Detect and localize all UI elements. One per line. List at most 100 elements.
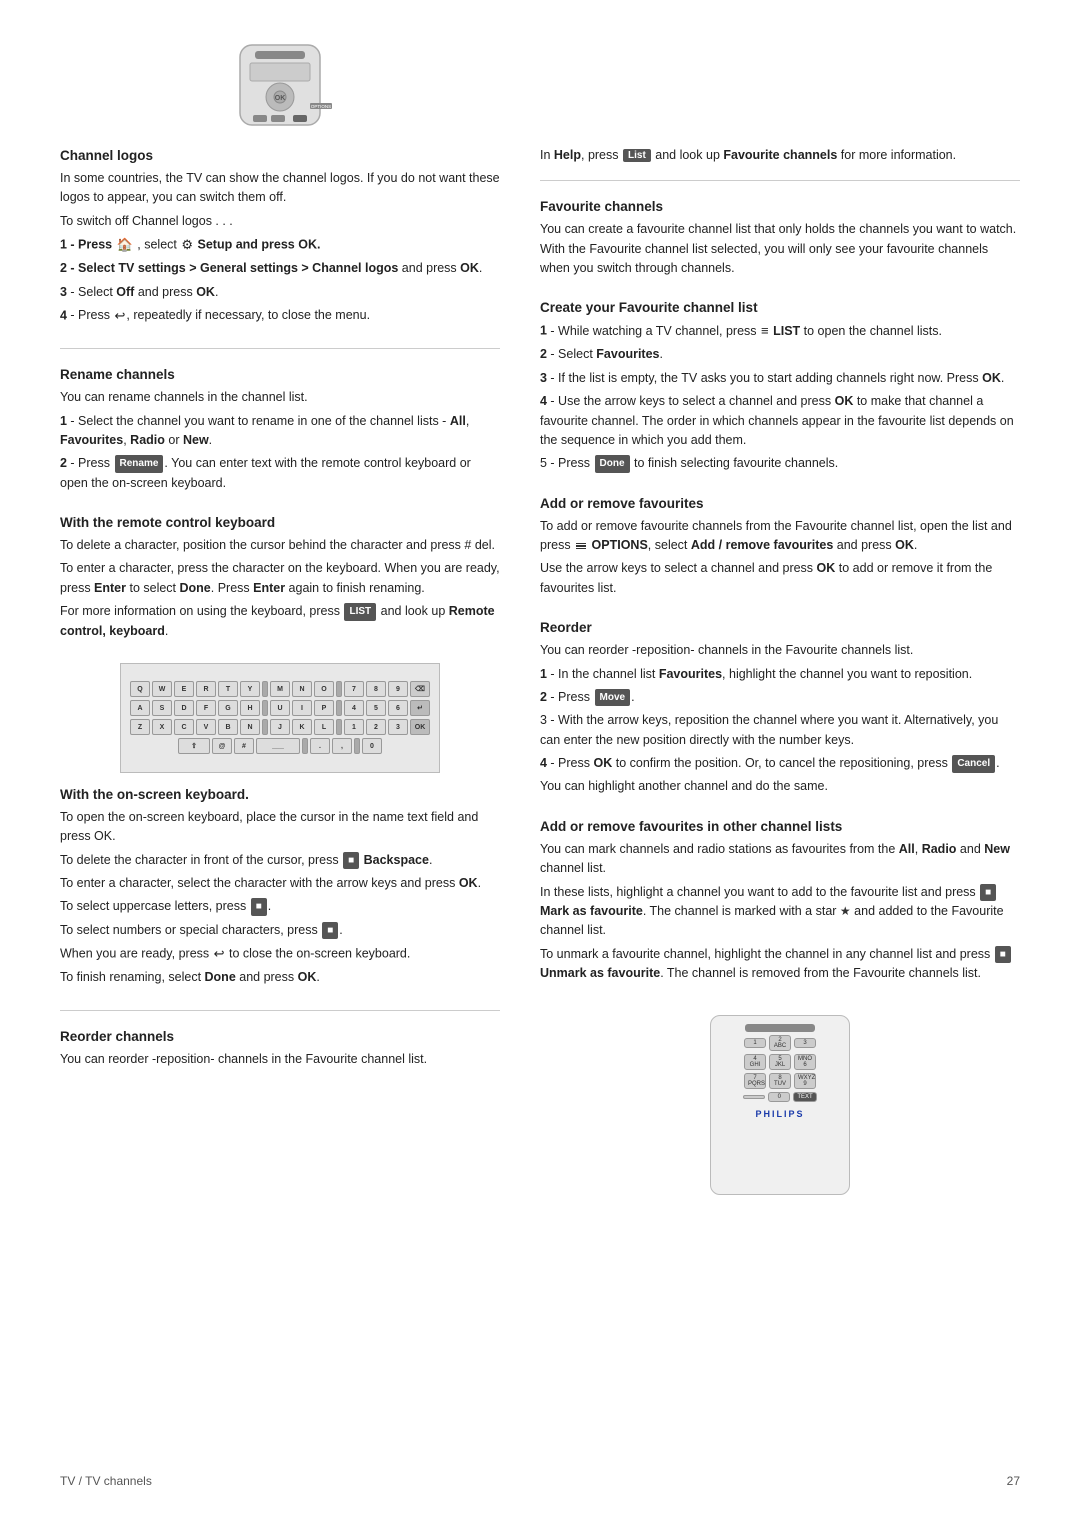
onscreen-step7: To finish renaming, select Done and pres…: [60, 968, 500, 987]
reorder-step4: 4 - Press OK to confirm the position. Or…: [540, 754, 1020, 773]
remote-key-text: TEXT: [793, 1092, 816, 1102]
remote-key-0: 0: [768, 1092, 790, 1102]
cancel-btn: Cancel: [952, 755, 995, 773]
key-sep: [262, 681, 268, 697]
add-remove-arrows: Use the arrow keys to select a channel a…: [540, 559, 1020, 598]
key-sep8: [354, 738, 360, 754]
remote-key-5: 5 JKL: [769, 1054, 791, 1070]
channel-logos-intro: In some countries, the TV can show the c…: [60, 169, 500, 208]
uppercase-btn: ■: [251, 898, 267, 916]
key-nn: N: [240, 719, 260, 735]
key-9: 9: [388, 681, 408, 697]
remote-num-row-2: 4 GHI 5 JKL MNO 6: [744, 1054, 816, 1070]
philips-remote-container: 1 2 ABC 3 4 GHI 5 JKL MNO 6 7 PQRS 8 TUV…: [540, 1005, 1020, 1205]
keyboard-row-1: QWERTY MNO 789 ⌫: [130, 681, 430, 697]
key-e: E: [174, 681, 194, 697]
key-g: G: [218, 700, 238, 716]
options-icon: [576, 543, 586, 550]
key-sep6: [336, 719, 342, 735]
keyboard-row-2: ASDFGH UIP 456 ↵: [130, 700, 430, 716]
svg-text:OPTIONS: OPTIONS: [311, 104, 331, 109]
remote-key-2: 2 ABC: [769, 1035, 791, 1051]
key-sep7: [302, 738, 308, 754]
add-remove-intro: To add or remove favourite channels from…: [540, 517, 1020, 556]
key-sep3: [262, 700, 268, 716]
section-favourite-channels: Favourite channels You can create a favo…: [540, 199, 1020, 278]
section-reorder: Reorder You can reorder -reposition- cha…: [540, 620, 1020, 797]
key-del: ⌫: [410, 681, 430, 697]
create-fav-step4: 4 - Use the arrow keys to select a chann…: [540, 392, 1020, 450]
unmark-fav-btn: ■: [995, 946, 1011, 964]
reorder-intro-right: You can reorder -reposition- channels in…: [540, 641, 1020, 660]
remote-keyboard-body: To delete a character, position the curs…: [60, 536, 500, 641]
rename-intro: You can rename channels in the channel l…: [60, 388, 500, 407]
remote-key-9: WXYZ 9: [794, 1073, 816, 1089]
key-k: K: [292, 719, 312, 735]
key-s: S: [152, 700, 172, 716]
philips-remote-image: 1 2 ABC 3 4 GHI 5 JKL MNO 6 7 PQRS 8 TUV…: [710, 1015, 850, 1195]
key-h: H: [240, 700, 260, 716]
key-space: ___: [256, 738, 300, 754]
right-column: In Help, press List and look up Favourit…: [540, 148, 1020, 1444]
reorder-intro: You can reorder -reposition- channels in…: [60, 1050, 500, 1069]
key-enter: ↵: [410, 700, 430, 716]
philips-logo: PHILIPS: [755, 1109, 804, 1119]
key-i: I: [292, 700, 312, 716]
reorder-title: Reorder: [540, 620, 1020, 635]
key-o: O: [314, 681, 334, 697]
key-f: F: [196, 700, 216, 716]
divider-1: [60, 348, 500, 349]
channel-logos-body: In some countries, the TV can show the c…: [60, 169, 500, 326]
key-0: 0: [362, 738, 382, 754]
section-remote-keyboard: With the remote control keyboard To dele…: [60, 515, 500, 641]
key-1: 1: [344, 719, 364, 735]
remote-key-3: 3: [794, 1038, 816, 1048]
section-onscreen-keyboard: With the on-screen keyboard. To open the…: [60, 787, 500, 988]
add-remove-fav-body: To add or remove favourite channels from…: [540, 517, 1020, 599]
key-t: T: [218, 681, 238, 697]
key-u: U: [270, 700, 290, 716]
onscreen-step5: To select numbers or special characters,…: [60, 921, 500, 940]
create-fav-step5: 5 - Press Done to finish selecting favou…: [540, 454, 1020, 473]
key-d: D: [174, 700, 194, 716]
keyboard-image: QWERTY MNO 789 ⌫ ASDFGH UIP 456 ↵: [120, 663, 440, 773]
divider-2: [60, 1010, 500, 1011]
reorder-channels-body: You can reorder -reposition- channels in…: [60, 1050, 500, 1069]
list-btn-2: List: [623, 149, 651, 162]
remote-key-6: MNO 6: [794, 1054, 816, 1070]
key-y: Y: [240, 681, 260, 697]
key-b: B: [218, 719, 238, 735]
favourite-channels-body: You can create a favourite channel list …: [540, 220, 1020, 278]
onscreen-step2: To delete the character in front of the …: [60, 851, 500, 870]
key-5: 5: [366, 700, 386, 716]
key-dot: .: [310, 738, 330, 754]
channel-logos-step2: 2 - Select TV settings > General setting…: [60, 259, 500, 278]
special-btn: ■: [322, 922, 338, 940]
section-channel-logos: Channel logos In some countries, the TV …: [60, 148, 500, 326]
add-remove-other-title: Add or remove favourites in other channe…: [540, 819, 1020, 834]
onscreen-step4: To select uppercase letters, press ■.: [60, 897, 500, 916]
rename-btn: Rename: [115, 455, 164, 473]
section-rename-channels: Rename channels You can rename channels …: [60, 367, 500, 493]
key-at: @: [212, 738, 232, 754]
rename-step2: 2 - Press Rename. You can enter text wit…: [60, 454, 500, 493]
add-remove-fav-title: Add or remove favourites: [540, 496, 1020, 511]
move-btn: Move: [595, 689, 631, 707]
key-w: W: [152, 681, 172, 697]
home-icon: 🏠: [117, 235, 133, 255]
onscreen-step1: To open the on-screen keyboard, place th…: [60, 808, 500, 847]
onscreen-keyboard-title: With the on-screen keyboard.: [60, 787, 500, 802]
key-shift: ⇧: [178, 738, 210, 754]
keyboard-row-3: ZXCVBN JKL 123 OK: [130, 719, 430, 735]
key-j: J: [270, 719, 290, 735]
help-line: In Help, press List and look up Favourit…: [540, 148, 1020, 162]
keyboard-row-4: ⇧ @ # ___ ., 0: [178, 738, 382, 754]
key-3: 3: [388, 719, 408, 735]
channel-logos-step3: 3 - Select Off and press OK.: [60, 283, 500, 302]
reorder-step1: 1 - In the channel list Favourites, high…: [540, 665, 1020, 684]
reorder-step2: 2 - Press Move.: [540, 688, 1020, 707]
create-favourite-title: Create your Favourite channel list: [540, 300, 1020, 315]
remote-top-bar: [745, 1024, 815, 1032]
key-r: R: [196, 681, 216, 697]
create-favourite-body: 1 - While watching a TV channel, press ≡…: [540, 321, 1020, 473]
